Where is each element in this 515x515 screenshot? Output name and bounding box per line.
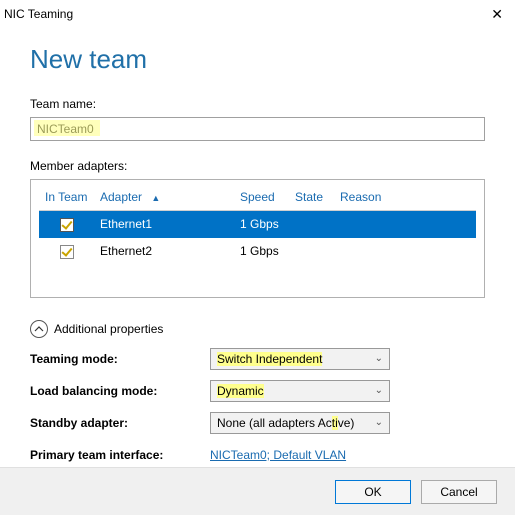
col-header-adapter-label: Adapter [100,190,142,204]
table-row[interactable]: Ethernet21 Gbps [39,238,476,265]
adapter-checkbox[interactable] [60,218,74,232]
primary-interface-link[interactable]: NICTeam0; Default VLAN [210,448,346,462]
adapter-reason-cell [334,211,476,238]
member-adapters-label: Member adapters: [30,159,485,173]
adapter-speed-cell: 1 Gbps [234,238,289,265]
chevron-up-icon [30,320,48,338]
col-header-reason[interactable]: Reason [334,186,476,211]
chevron-down-icon: ⌄ [375,417,383,428]
page-title: New team [30,44,485,75]
col-header-adapter[interactable]: Adapter ▲ [94,186,234,211]
additional-properties-toggle[interactable]: Additional properties [30,320,485,338]
col-header-state[interactable]: State [289,186,334,211]
additional-properties-label: Additional properties [54,322,163,336]
standby-adapter-value: None (all adapters Active) [217,416,354,430]
adapter-reason-cell [334,238,476,265]
adapter-name-cell: Ethernet2 [94,238,234,265]
adapter-speed-cell: 1 Gbps [234,211,289,238]
load-balancing-select[interactable]: Dynamic ⌄ [210,380,390,402]
adapter-checkbox[interactable] [60,245,74,259]
teaming-mode-select[interactable]: Switch Independent ⌄ [210,348,390,370]
sort-indicator-icon: ▲ [151,193,160,203]
teaming-mode-label: Teaming mode: [30,352,210,366]
button-bar: OK Cancel [0,467,515,515]
team-name-label: Team name: [30,97,485,111]
standby-adapter-label: Standby adapter: [30,416,210,430]
adapter-state-cell [289,238,334,265]
load-balancing-value: Dynamic [217,384,264,398]
col-header-speed[interactable]: Speed [234,186,289,211]
titlebar: NIC Teaming ✕ [0,0,515,28]
team-name-input[interactable] [30,117,485,141]
close-icon[interactable]: ✕ [487,6,507,23]
adapters-table: In Team Adapter ▲ Speed State Reason Eth… [30,179,485,298]
table-row[interactable]: Ethernet11 Gbps [39,211,476,238]
chevron-down-icon: ⌄ [375,353,383,364]
ok-button[interactable]: OK [335,480,411,504]
teaming-mode-value: Switch Independent [217,352,322,366]
primary-interface-label: Primary team interface: [30,448,210,462]
col-header-inteam[interactable]: In Team [39,186,94,211]
adapter-state-cell [289,211,334,238]
standby-adapter-select[interactable]: None (all adapters Active) ⌄ [210,412,390,434]
chevron-down-icon: ⌄ [375,385,383,396]
window-title: NIC Teaming [4,7,73,21]
adapter-name-cell: Ethernet1 [94,211,234,238]
load-balancing-label: Load balancing mode: [30,384,210,398]
cancel-button[interactable]: Cancel [421,480,497,504]
